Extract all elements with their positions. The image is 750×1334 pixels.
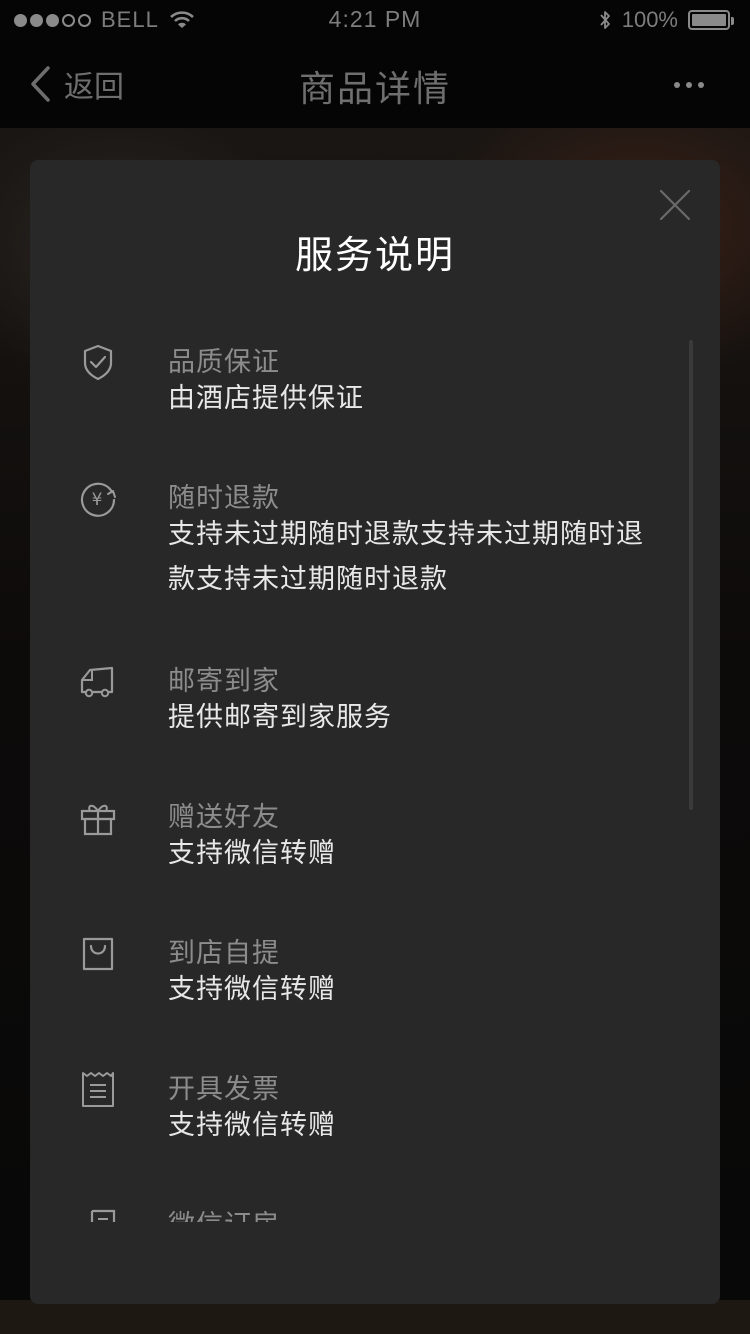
gift-icon: [78, 797, 118, 837]
shield-check-icon: [78, 342, 118, 382]
service-title: 邮寄到家: [168, 666, 280, 697]
room-booking-icon: [78, 1205, 118, 1222]
status-bar: BELL 4:21 PM 100%: [0, 0, 750, 40]
more-button[interactable]: [674, 82, 704, 88]
refund-yen-icon: ¥: [78, 478, 118, 518]
service-title: 微信订房: [168, 1203, 280, 1222]
battery-level-fill: [692, 14, 726, 26]
service-description: 由酒店提供保证: [168, 383, 364, 414]
service-description: 支持未过期随时退款支持未过期随时退款支持未过期随时退款: [168, 519, 644, 595]
receipt-icon: [78, 1069, 118, 1109]
bluetooth-icon: [600, 11, 610, 29]
service-description: 提供邮寄到家服务: [168, 702, 392, 733]
more-icon: [674, 82, 680, 88]
page-title: 商品详情: [298, 69, 451, 110]
battery-percent: 100%: [621, 7, 678, 32]
service-info-modal: 服务说明 品质保证 由酒店提供保证 ¥ 随时退款 支持未过期随时退款支持未过期随…: [30, 160, 720, 1304]
service-title: 随时退款: [168, 483, 280, 514]
service-title: 品质保证: [168, 347, 280, 378]
service-description: 支持微信转赠: [168, 838, 336, 869]
service-title: 开具发票: [168, 1074, 280, 1105]
navigation-bar: 返回 商品详情: [0, 40, 750, 128]
status-right: 100%: [598, 7, 734, 33]
battery-icon: [688, 10, 734, 30]
truck-icon: [78, 661, 118, 701]
service-description: 支持微信转赠: [168, 974, 336, 1005]
service-description: 支持微信转赠: [168, 1110, 336, 1141]
svg-text:¥: ¥: [92, 490, 103, 510]
service-title: 到店自提: [168, 938, 280, 969]
modal-title: 服务说明: [294, 233, 455, 277]
service-list[interactable]: 品质保证 由酒店提供保证 ¥ 随时退款 支持未过期随时退款支持未过期随时退款支持…: [30, 330, 720, 1222]
service-title: 赠送好友: [168, 802, 280, 833]
shopping-bag-icon: [78, 933, 118, 973]
bottom-bar-background: [0, 1300, 750, 1334]
close-icon[interactable]: [658, 188, 692, 222]
